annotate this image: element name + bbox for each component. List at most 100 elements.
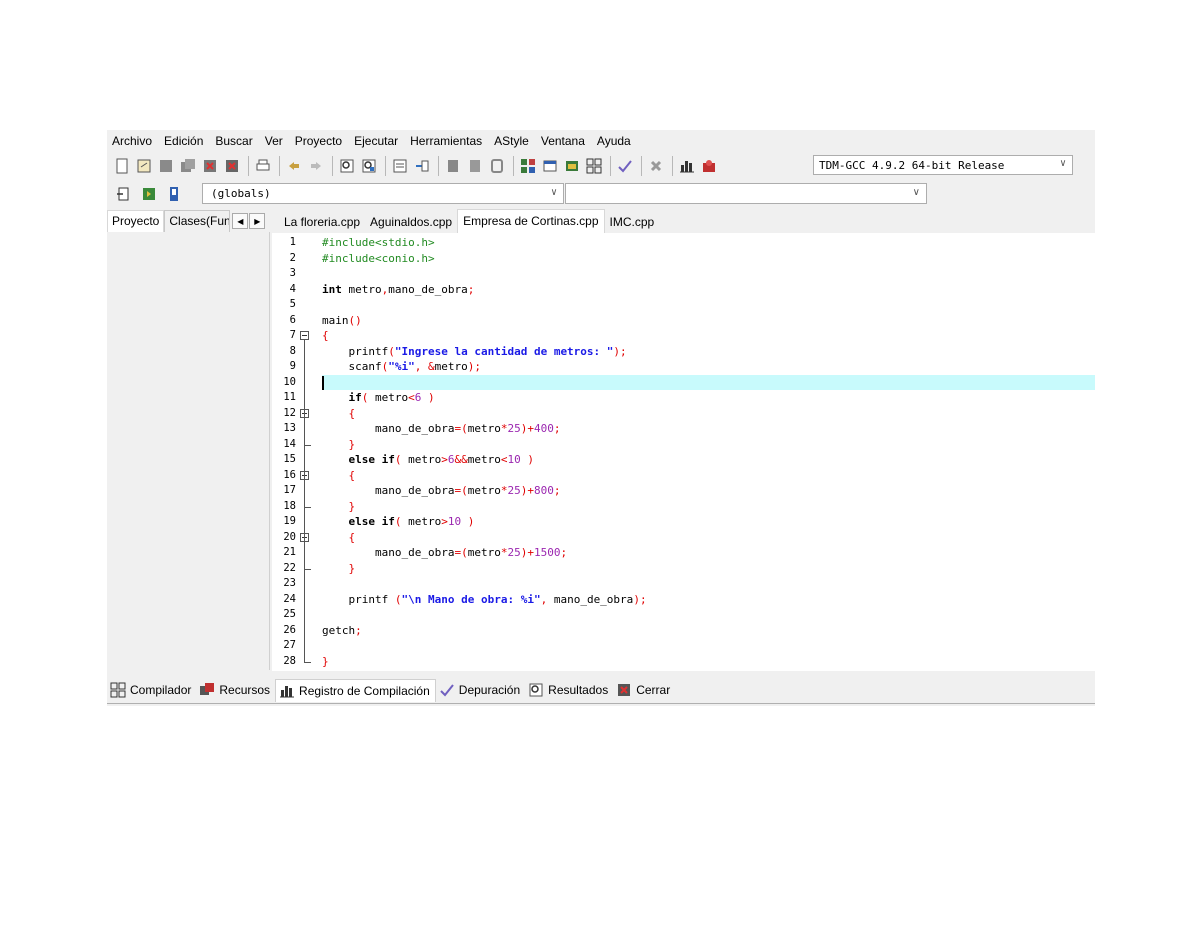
goto-line-icon[interactable] (413, 157, 431, 175)
close-file-icon[interactable] (201, 157, 219, 175)
tab-clases[interactable]: Clases(Fun (164, 210, 231, 232)
syntax-check-icon[interactable] (616, 157, 634, 175)
profile-chart-icon[interactable] (678, 157, 696, 175)
menu-ver[interactable]: Ver (263, 134, 285, 148)
abort-icon[interactable] (647, 157, 665, 175)
tab-imc[interactable]: IMC.cpp (605, 211, 660, 234)
insert-icon[interactable] (115, 185, 133, 203)
bar-chart-icon (280, 685, 295, 697)
tab-empresa-de-cortinas[interactable]: Empresa de Cortinas.cpp (457, 209, 605, 234)
tab-registro-de-compilacion[interactable]: Registro de Compilación (275, 678, 436, 702)
menu-edicion[interactable]: Edición (162, 134, 205, 148)
remove-file-icon[interactable] (488, 157, 506, 175)
menu-ventana[interactable]: Ventana (539, 134, 587, 148)
left-panel-tabs: Proyecto Clases(Fun ◀ ▶ (107, 210, 272, 232)
line-number: 18 (283, 499, 296, 512)
code-line: int metro,mano_de_obra; (322, 282, 475, 296)
line-number: 2 (289, 251, 296, 264)
line-number: 23 (283, 577, 296, 589)
chevron-down-icon: ∨ (1059, 158, 1066, 169)
rebuild-icon[interactable] (585, 157, 603, 175)
scroll-right-icon[interactable]: ▶ (249, 213, 266, 229)
code-line: { (348, 406, 356, 420)
code-line: else if( metro>6&&metro<10 ) (348, 453, 535, 466)
code-line: } (348, 561, 356, 575)
new-file-icon[interactable] (113, 157, 131, 175)
menu-herramientas[interactable]: Herramientas (408, 134, 484, 148)
code-line: getch; (322, 623, 362, 637)
toggle-bookmark-icon[interactable] (140, 185, 158, 203)
compile-run-icon[interactable] (563, 157, 581, 175)
editor-tabs: La floreria.cpp Aguinaldos.cpp Empresa d… (279, 209, 1095, 234)
close-all-icon[interactable] (223, 157, 241, 175)
tab-la-floreria[interactable]: La floreria.cpp (279, 211, 365, 234)
toolbar-separator (332, 156, 333, 176)
project-browser[interactable] (107, 232, 270, 670)
code-line: printf ("\n Mano de obra: %i", mano_de_o… (348, 592, 647, 606)
tab-label: Recursos (219, 683, 271, 697)
save-all-icon[interactable] (179, 157, 197, 175)
line-number: 10 (283, 375, 296, 388)
toolbar-separator (385, 156, 386, 176)
line-number: 25 (283, 608, 296, 620)
code-line: else if( metro>10 ) (348, 515, 475, 528)
line-number: 17 (283, 484, 296, 496)
tab-recursos[interactable]: Recursos (196, 679, 275, 701)
compile-icon[interactable] (519, 157, 537, 175)
menu-ejecutar[interactable]: Ejecutar (352, 134, 400, 148)
open-file-icon[interactable] (135, 157, 153, 175)
line-number: 9 (289, 360, 296, 372)
current-line-highlight (322, 374, 1095, 390)
tab-proyecto[interactable]: Proyecto (107, 210, 165, 232)
menu-archivo[interactable]: Archivo (110, 134, 154, 148)
code-line: } (348, 437, 356, 451)
fold-toggle-icon[interactable] (300, 331, 309, 340)
tab-aguinaldos[interactable]: Aguinaldos.cpp (365, 211, 457, 234)
replace-icon[interactable] (360, 157, 378, 175)
undo-icon[interactable] (285, 157, 303, 175)
code-line: { (348, 468, 356, 482)
code-line: mano_de_obra=(metro*25)+400; (374, 422, 561, 435)
line-number: 7 (289, 329, 296, 341)
redo-icon[interactable] (307, 157, 325, 175)
chevron-down-icon: ∨ (550, 187, 557, 198)
tab-cerrar[interactable]: Cerrar (613, 679, 675, 701)
line-number: 13 (283, 422, 296, 434)
code-area[interactable]: #include<stdio.h> #include<conio.h> int me… (322, 233, 1095, 671)
tab-label: Depuración (458, 683, 521, 697)
run-icon[interactable] (541, 157, 559, 175)
compiler-select-value: TDM-GCC 4.9.2 64-bit Release (819, 158, 1005, 172)
tab-label: Resultados (548, 683, 609, 697)
tab-label: Registro de Compilación (299, 683, 430, 698)
scope-select[interactable]: (globals) ∨ (202, 183, 564, 204)
tab-label: Cerrar (636, 683, 671, 697)
toolbar-separator (438, 156, 439, 176)
save-icon[interactable] (157, 157, 175, 175)
function-select[interactable]: ∨ (565, 183, 927, 204)
goto-bookmark-icon[interactable] (165, 185, 183, 203)
debug-icon[interactable] (700, 157, 718, 175)
tab-compilador[interactable]: Compilador (107, 679, 196, 701)
compiler-select[interactable]: TDM-GCC 4.9.2 64-bit Release ∨ (813, 155, 1073, 175)
new-project-icon[interactable] (444, 157, 462, 175)
menu-proyecto[interactable]: Proyecto (293, 134, 344, 148)
line-number-gutter: 1 2 3 4 5 6 7 8 9 10 11 12 13 14 15 16 17 18 19 20 21 22 23 24 2… (272, 233, 320, 671)
print-icon[interactable] (254, 157, 272, 175)
scroll-left-icon[interactable]: ◀ (232, 213, 249, 229)
code-line: scanf("%i", &metro); (348, 360, 482, 373)
line-number: 12 (283, 406, 296, 419)
tab-resultados[interactable]: Resultados (525, 679, 613, 701)
toolbar-separator (610, 156, 611, 176)
code-editor[interactable]: 1 2 3 4 5 6 7 8 9 10 11 12 13 14 15 16 17 18 19 20 21 22 23 24 2… (272, 233, 1095, 671)
tab-depuracion[interactable]: Depuración (436, 679, 525, 701)
code-line: { (322, 329, 329, 342)
bottom-panel-tabs: Compilador Recursos Registro de Compilac… (107, 676, 1095, 704)
menu-ayuda[interactable]: Ayuda (595, 134, 633, 148)
indent-icon[interactable] (391, 157, 409, 175)
code-line: main() (322, 313, 362, 327)
line-number: 27 (283, 639, 296, 651)
menu-astyle[interactable]: AStyle (492, 134, 531, 148)
add-file-icon[interactable] (466, 157, 484, 175)
find-icon[interactable] (338, 157, 356, 175)
menu-buscar[interactable]: Buscar (213, 134, 254, 148)
